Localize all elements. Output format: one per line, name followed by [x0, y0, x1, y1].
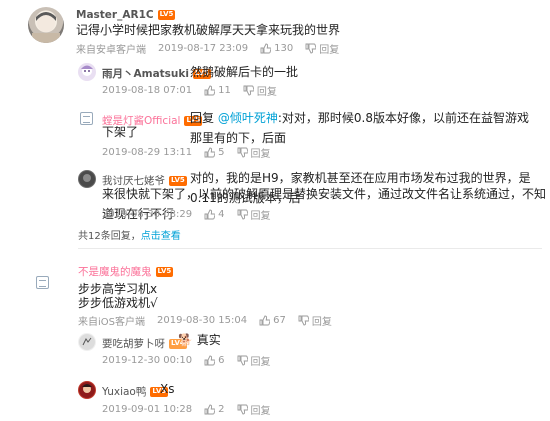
thumb-down-icon [298, 315, 309, 326]
comment-divider [78, 248, 542, 249]
reply-button[interactable]: 回复 [257, 83, 277, 98]
avatar[interactable] [78, 63, 96, 81]
like-button[interactable] [260, 43, 272, 54]
thumb-down-icon [237, 147, 248, 158]
default-avatar-icon [80, 112, 93, 125]
reply-text-content: 真实 [196, 333, 221, 347]
thumb-up-icon [204, 147, 216, 158]
timestamp: 2019-09-01 10:28 [102, 404, 193, 415]
dislike-button[interactable] [237, 404, 248, 415]
view-replies-link[interactable]: 点击查看 [141, 227, 181, 242]
timestamp: 2019-12-30 00:10 [102, 355, 193, 366]
thumb-down-icon [237, 209, 248, 220]
reply-text: 然鹅破解后卡的一批 [190, 65, 299, 79]
avatar-image [79, 171, 95, 187]
timestamp: 2019-08-18 07:01 [102, 85, 193, 96]
comment-text: 记得小学时候把家教机破解厚天天拿来玩我的世界 [76, 23, 341, 37]
reply-button[interactable]: 回复 [251, 207, 271, 222]
like-count: 67 [273, 315, 286, 326]
reply-button[interactable]: 回复 [251, 145, 271, 160]
avatar[interactable] [78, 170, 96, 188]
thumb-up-icon [260, 43, 272, 54]
reply-button[interactable]: 回复 [319, 41, 339, 56]
level-badge: LV5 [157, 10, 176, 20]
replies-summary: 共12条回复， 点击查看 [78, 227, 181, 242]
dislike-button[interactable] [243, 85, 254, 96]
reply-meta: 2019-08-18 07:01 11 回复 [102, 83, 289, 98]
thumb-down-icon [305, 43, 317, 54]
like-count: 4 [218, 209, 225, 220]
doge-emoji-icon: 🐕 [178, 333, 193, 347]
reply-meta: 2019-12-30 00:10 6 回复 [102, 353, 283, 368]
avatar[interactable] [78, 333, 96, 351]
client-label: 来自安卓客户端 [76, 45, 146, 56]
thumb-down-icon [237, 404, 248, 415]
timestamp: 2019-08-30 15:04 [157, 315, 248, 326]
level-badge: LV5 [155, 267, 174, 277]
avatar-image [32, 12, 60, 43]
dislike-button[interactable] [298, 315, 309, 326]
like-count: 130 [274, 43, 294, 54]
dislike-button[interactable] [237, 147, 248, 158]
like-button[interactable] [204, 85, 216, 96]
like-button[interactable] [259, 315, 271, 326]
username[interactable]: 不是魔鬼的魔鬼 LV5 [78, 264, 174, 279]
reply-button[interactable]: 回复 [312, 313, 332, 328]
username[interactable]: 要吃胡萝卜呀 LV4 [102, 336, 187, 351]
comment-text-line2: 步步低游戏机√ [78, 296, 158, 310]
client-label: 来自iOS客户端 [78, 317, 145, 328]
like-button[interactable] [204, 404, 216, 415]
like-button[interactable] [204, 355, 216, 366]
timestamp: 2019-08-30 08:29 [102, 209, 193, 220]
reply-text: Xs [160, 382, 175, 396]
avatar[interactable] [78, 381, 96, 399]
avatar-image [79, 382, 95, 398]
comment-meta: 来自安卓客户端 2019-08-17 23:09 130 回复 [76, 41, 351, 56]
thumb-down-icon [243, 85, 254, 96]
like-count: 11 [218, 85, 231, 96]
thumb-up-icon [204, 209, 216, 220]
dislike-button[interactable] [237, 355, 248, 366]
thumb-up-icon [204, 404, 216, 415]
avatar[interactable] [36, 275, 52, 291]
reply-meta: 2019-08-30 08:29 4 回复 [102, 207, 283, 222]
like-count: 2 [218, 404, 225, 415]
reply-text: 回复 @倾叶死神:对对，那时候0.8版本好像，以前还在益智游戏那里有的下，后面 [190, 108, 535, 148]
avatar-image [79, 334, 95, 350]
dislike-button[interactable] [237, 209, 248, 220]
dislike-button[interactable] [305, 43, 317, 54]
thumb-up-icon [204, 355, 216, 366]
thumb-down-icon [237, 355, 248, 366]
thumb-up-icon [204, 85, 216, 96]
replies-count-text: 共12条回复， [78, 231, 141, 242]
avatar-image [81, 65, 93, 76]
timestamp: 2019-08-17 23:09 [158, 43, 249, 54]
like-button[interactable] [204, 209, 216, 220]
reply-text: 🐕 真实 [178, 330, 221, 350]
reply-text-line2: 下架了 [102, 125, 139, 139]
reply-meta: 2019-08-29 13:11 5 回复 [102, 145, 283, 160]
mention-link[interactable]: @倾叶死神 [218, 111, 278, 125]
timestamp: 2019-08-29 13:11 [102, 147, 193, 158]
avatar[interactable] [28, 7, 64, 43]
default-avatar-icon [36, 276, 49, 289]
reply-prefix: 回复 [190, 111, 215, 125]
like-count: 5 [218, 147, 225, 158]
reply-button[interactable]: 回复 [251, 353, 271, 368]
like-button[interactable] [204, 147, 216, 158]
reply-meta: 2019-09-01 10:28 2 回复 [102, 402, 283, 417]
username[interactable]: Yuxiao鸭 LV5 [102, 384, 169, 399]
thumb-up-icon [259, 315, 271, 326]
reply-button[interactable]: 回复 [251, 402, 271, 417]
like-count: 6 [218, 355, 225, 366]
avatar[interactable] [80, 111, 94, 125]
comment-meta: 来自iOS客户端 2019-08-30 15:04 67 回复 [78, 313, 344, 328]
